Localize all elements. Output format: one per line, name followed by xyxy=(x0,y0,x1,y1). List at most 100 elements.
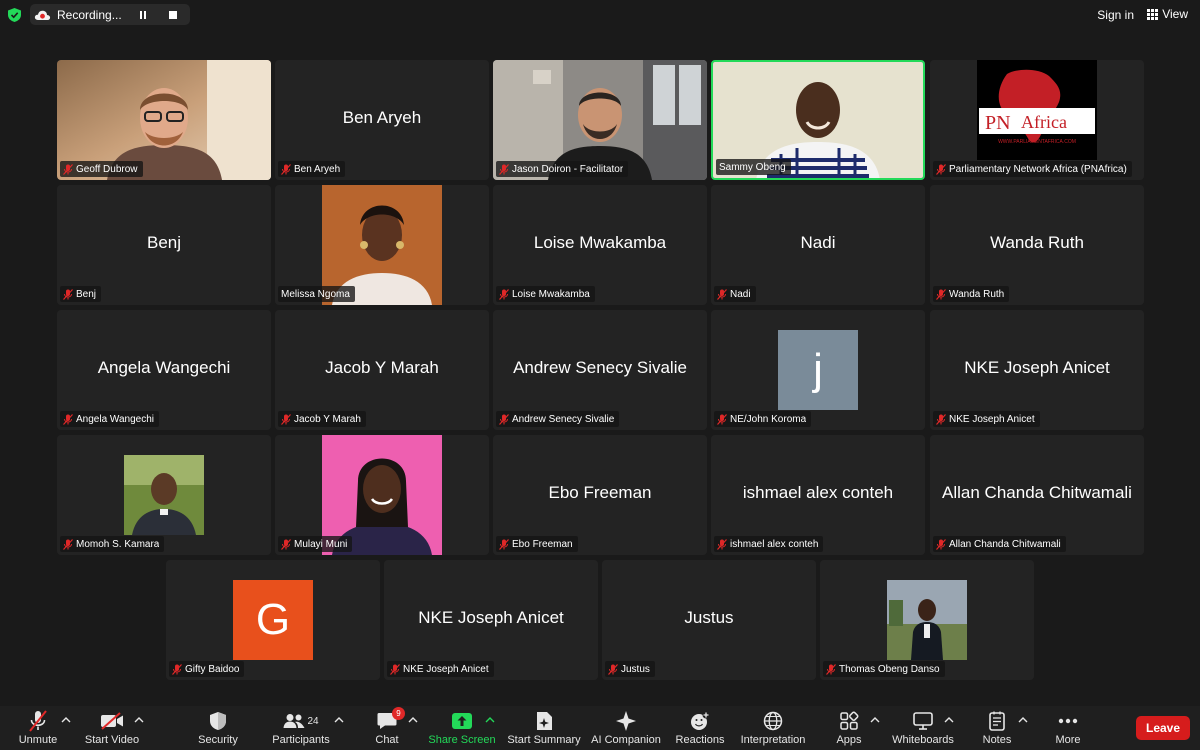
chat-button[interactable]: 9 Chat xyxy=(368,707,406,750)
muted-mic-icon xyxy=(499,288,509,300)
participant-tile[interactable]: PN Africa WWW.PARLIAMENTAFRICA.COM Parli… xyxy=(930,60,1144,180)
muted-mic-icon xyxy=(63,163,73,175)
interpretation-button[interactable]: Interpretation xyxy=(738,710,808,750)
participant-name-label: Benj xyxy=(60,286,102,302)
apps-options-chevron-icon[interactable] xyxy=(870,716,880,724)
security-button[interactable]: Security xyxy=(194,710,242,750)
participant-name-label: Momoh S. Kamara xyxy=(60,536,165,552)
participant-name-label: Melissa Ngoma xyxy=(278,286,355,302)
participant-photo xyxy=(124,455,204,535)
participants-options-chevron-icon[interactable] xyxy=(334,716,344,724)
participant-display-name: NKE Joseph Anicet xyxy=(964,358,1110,377)
start-summary-button[interactable]: Start Summary xyxy=(506,710,582,750)
muted-mic-icon xyxy=(608,663,618,675)
stop-recording-button[interactable] xyxy=(164,6,182,24)
sign-in-link[interactable]: Sign in xyxy=(1097,8,1134,22)
participant-tile[interactable]: j NE/John Koroma xyxy=(711,310,925,430)
ai-companion-button[interactable]: AI Companion xyxy=(590,710,662,750)
participant-tile[interactable]: Mulayi Muni xyxy=(275,435,489,555)
more-ellipsis-icon xyxy=(1058,718,1078,724)
unmute-button[interactable]: Unmute xyxy=(14,710,62,750)
participants-count: 24 xyxy=(307,715,319,727)
participant-tile[interactable]: NKE Joseph Anicet NKE Joseph Anicet xyxy=(930,310,1144,430)
participant-display-name: Loise Mwakamba xyxy=(533,233,667,252)
participants-button[interactable]: 24 Participants xyxy=(270,710,332,750)
participant-tile-active-speaker[interactable]: Sammy Obeng xyxy=(711,60,925,180)
participant-name: Jason Doiron - Facilitator xyxy=(512,163,624,175)
summary-document-icon xyxy=(537,712,552,730)
participant-photo xyxy=(887,580,967,660)
participant-tile[interactable]: Wanda Ruth Wanda Ruth xyxy=(930,185,1144,305)
chat-options-chevron-icon[interactable] xyxy=(408,716,418,724)
muted-mic-icon xyxy=(63,538,73,550)
participant-tile[interactable]: Allan Chanda Chitwamali Allan Chanda Chi… xyxy=(930,435,1144,555)
participant-name-label: Allan Chanda Chitwamali xyxy=(933,536,1066,552)
participant-tile[interactable]: Benj Benj xyxy=(57,185,271,305)
muted-mic-icon xyxy=(63,413,73,425)
participant-tile[interactable]: Ben Aryeh Ben Aryeh xyxy=(275,60,489,180)
participant-tile[interactable]: Jacob Y Marah Jacob Y Marah xyxy=(275,310,489,430)
participant-tile[interactable]: Ebo Freeman Ebo Freeman xyxy=(493,435,707,555)
participant-name-label: Jacob Y Marah xyxy=(278,411,366,427)
participant-display-name: Jacob Y Marah xyxy=(325,358,439,377)
participant-tile[interactable]: ishmael alex conteh ishmael alex conteh xyxy=(711,435,925,555)
participant-tile[interactable]: Melissa Ngoma xyxy=(275,185,489,305)
participant-tile[interactable]: NKE Joseph Anicet NKE Joseph Anicet xyxy=(384,560,598,680)
participant-tile[interactable]: Momoh S. Kamara xyxy=(57,435,271,555)
logo-text-africa: Africa xyxy=(1021,112,1067,132)
whiteboards-label: Whiteboards xyxy=(892,734,954,746)
encryption-shield-icon[interactable] xyxy=(8,8,21,22)
muted-mic-icon xyxy=(390,663,400,675)
reactions-button[interactable]: Reactions xyxy=(674,710,726,750)
participant-tile[interactable]: Loise Mwakamba Loise Mwakamba xyxy=(493,185,707,305)
muted-microphone-icon xyxy=(29,710,47,732)
participant-display-name: ishmael alex conteh xyxy=(742,483,894,502)
view-menu-button[interactable]: View xyxy=(1147,7,1188,21)
pause-icon-bar xyxy=(143,10,146,19)
pause-recording-button[interactable] xyxy=(134,6,152,24)
participant-name: Ben Aryeh xyxy=(294,163,341,175)
participant-tile[interactable]: Justus Justus xyxy=(602,560,816,680)
participant-tile[interactable]: Thomas Obeng Danso xyxy=(820,560,1034,680)
security-shield-icon xyxy=(210,712,226,730)
share-options-chevron-icon[interactable] xyxy=(485,716,495,724)
more-button[interactable]: More xyxy=(1050,710,1086,750)
participant-name: Geoff Dubrow xyxy=(76,163,138,175)
participant-name: Angela Wangechi xyxy=(76,413,155,425)
participant-name: Sammy Obeng xyxy=(719,161,786,173)
participant-tile[interactable]: G Gifty Baidoo xyxy=(166,560,380,680)
participant-name: Loise Mwakamba xyxy=(512,288,590,300)
participant-tile[interactable]: Nadi Nadi xyxy=(711,185,925,305)
start-video-button[interactable]: Start Video xyxy=(84,710,140,750)
participant-name: Andrew Senecy Sivalie xyxy=(512,413,615,425)
participant-display-name: Justus xyxy=(684,608,734,627)
participant-tile[interactable]: Geoff Dubrow xyxy=(57,60,271,180)
apps-button[interactable]: Apps xyxy=(830,710,868,750)
participant-tile[interactable]: Jason Doiron - Facilitator xyxy=(493,60,707,180)
video-options-chevron-icon[interactable] xyxy=(134,716,144,724)
muted-mic-icon xyxy=(936,163,946,175)
audio-options-chevron-icon[interactable] xyxy=(61,716,71,724)
cloud-recording-icon xyxy=(34,10,51,20)
notes-options-chevron-icon[interactable] xyxy=(1018,716,1028,724)
muted-mic-icon xyxy=(826,663,836,675)
participant-display-name: Ben Aryeh xyxy=(342,108,422,127)
participant-tile[interactable]: Andrew Senecy Sivalie Andrew Senecy Siva… xyxy=(493,310,707,430)
apps-icon xyxy=(840,711,859,730)
muted-mic-icon xyxy=(499,413,509,425)
muted-mic-icon xyxy=(499,538,509,550)
leave-meeting-button[interactable]: Leave xyxy=(1136,716,1190,740)
whiteboards-options-chevron-icon[interactable] xyxy=(944,716,954,724)
participant-tile[interactable]: Angela Wangechi Angela Wangechi xyxy=(57,310,271,430)
start-video-label: Start Video xyxy=(84,734,140,746)
participant-name-label: Wanda Ruth xyxy=(933,286,1010,302)
meeting-top-bar: Recording... Sign in View xyxy=(0,0,1200,30)
participant-display-name: NKE Joseph Anicet xyxy=(418,608,564,627)
participant-name: Justus xyxy=(621,663,650,675)
recording-indicator[interactable]: Recording... xyxy=(30,4,190,25)
participant-name-label: Ebo Freeman xyxy=(496,536,578,552)
participant-name: NKE Joseph Anicet xyxy=(403,663,489,675)
participant-name: Allan Chanda Chitwamali xyxy=(949,538,1061,550)
notes-button[interactable]: Notes xyxy=(978,710,1016,750)
view-label: View xyxy=(1162,7,1188,21)
